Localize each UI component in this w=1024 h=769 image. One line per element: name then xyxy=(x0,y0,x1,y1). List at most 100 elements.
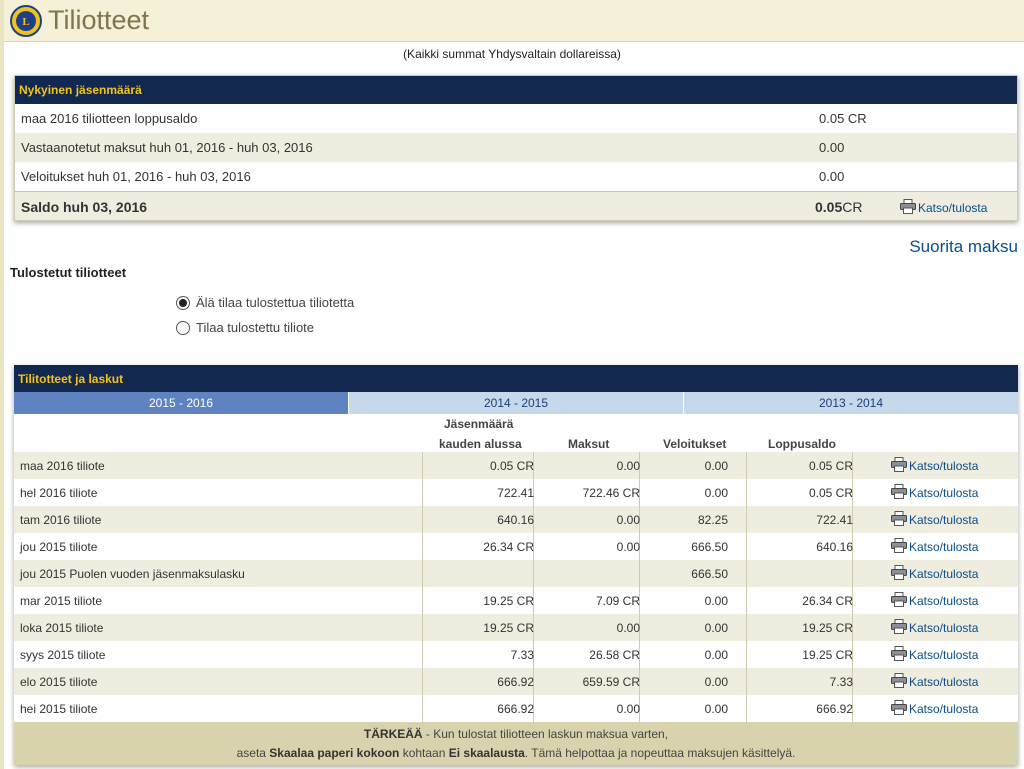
table-row: hei 2015 tiliote 666.92 0.00 0.00 666.92 Kats… xyxy=(14,695,1018,722)
table-row: maa 2016 tiliote 0.05 CR 0.00 0.00 0.05 CR Ka… xyxy=(14,452,1018,479)
column-divider xyxy=(422,614,423,641)
summary-row: maa 2016 tiliotteen loppusaldo 0.05 CR xyxy=(15,104,1017,133)
cell-end-balance: 722.41 xyxy=(816,513,853,527)
printer-icon xyxy=(891,592,907,607)
tab-2014-2015[interactable]: 2014 - 2015 xyxy=(349,392,684,414)
cell-charges: 0.00 xyxy=(704,702,728,716)
printer-icon xyxy=(891,700,907,715)
cell-payments: 7.09 CR xyxy=(595,594,640,608)
column-divider xyxy=(852,560,853,587)
cell-description: jou 2015 Puolen vuoden jäsenmaksulasku xyxy=(20,567,245,581)
cell-charges: 0.00 xyxy=(704,621,728,635)
balance-view-print[interactable]: Katso/tulosta xyxy=(900,199,987,215)
column-divider xyxy=(746,533,747,560)
cell-charges: 666.50 xyxy=(691,540,728,554)
view-print-link[interactable]: Katso/tulosta xyxy=(909,594,978,608)
row-view-print[interactable]: Katso/tulosta xyxy=(891,673,978,689)
cell-start-balance: 7.33 xyxy=(510,648,534,662)
radio-no-printed[interactable]: Älä tilaa tulostettua tiliotetta xyxy=(176,295,354,310)
cell-description: hei 2015 tiliote xyxy=(20,702,98,716)
radio-order-printed[interactable]: Tilaa tulostettu tiliote xyxy=(176,320,314,335)
cell-payments: 0.00 xyxy=(616,513,640,527)
row-view-print[interactable]: Katso/tulosta xyxy=(891,457,978,473)
statement-rows: maa 2016 tiliote 0.05 CR 0.00 0.00 0.05 CR Ka… xyxy=(14,452,1018,722)
note-text: . Tämä helpottaa ja nopeuttaa maksujen k… xyxy=(524,746,796,760)
row-view-print[interactable]: Katso/tulosta xyxy=(891,700,978,716)
tab-2013-2014[interactable]: 2013 - 2014 xyxy=(684,392,1018,414)
cell-charges: 0.00 xyxy=(704,648,728,662)
current-membership-summary: Nykyinen jäsenmäärä maa 2016 tiliotteen … xyxy=(14,75,1018,221)
row-view-print[interactable]: Katso/tulosta xyxy=(891,565,978,581)
important-note: TÄRKEÄÄ - Kun tulostat tiliotteen laskun… xyxy=(14,722,1018,765)
column-divider xyxy=(422,695,423,722)
radio-label: Tilaa tulostettu tiliote xyxy=(196,320,315,335)
view-print-link[interactable]: Katso/tulosta xyxy=(909,513,978,527)
make-payment-link[interactable]: Suorita maksu xyxy=(909,237,1018,257)
view-print-link[interactable]: Katso/tulosta xyxy=(909,459,978,473)
balance-unit: CR xyxy=(842,199,863,215)
printer-icon xyxy=(891,457,907,472)
cell-charges: 82.25 xyxy=(697,513,728,527)
cell-start-balance: 19.25 CR xyxy=(483,594,534,608)
cell-start-balance: 26.34 CR xyxy=(483,540,534,554)
cell-charges: 0.00 xyxy=(704,594,728,608)
column-divider xyxy=(422,452,423,479)
row-view-print[interactable]: Katso/tulosta xyxy=(891,484,978,500)
column-divider xyxy=(422,533,423,560)
cell-end-balance: 19.25 CR xyxy=(802,648,853,662)
note-emphasis: Ei skaalausta xyxy=(448,746,525,760)
cell-description: mar 2015 tiliote xyxy=(20,594,103,608)
currency-note: (Kaikki summat Yhdysvaltain dollareissa) xyxy=(403,47,621,61)
row-view-print[interactable]: Katso/tulosta xyxy=(891,511,978,527)
printer-icon xyxy=(891,484,907,499)
important-note-line1: TÄRKEÄÄ - Kun tulostat tiliotteen laskun… xyxy=(14,725,1018,744)
table-row: elo 2015 tiliote 666.92 659.59 CR 0.00 7.33 K… xyxy=(14,668,1018,695)
view-print-link[interactable]: Katso/tulosta xyxy=(909,486,978,500)
cell-start-balance: 19.25 CR xyxy=(483,621,534,635)
note-text: kohtaan xyxy=(399,746,449,760)
summary-row-label: Vastaanotetut maksut huh 01, 2016 - huh … xyxy=(21,140,313,155)
statements-invoices-panel: Tilitotteet ja laskut 2015 - 2016 2014 -… xyxy=(14,365,1018,765)
column-divider xyxy=(639,560,640,587)
cell-payments: 26.58 CR xyxy=(589,648,640,662)
column-divider xyxy=(533,560,534,587)
view-print-link[interactable]: Katso/tulosta xyxy=(909,702,978,716)
lions-logo-icon: L xyxy=(10,5,42,37)
printer-icon xyxy=(891,538,907,553)
radio-button[interactable] xyxy=(176,321,190,335)
cell-payments: 0.00 xyxy=(616,621,640,635)
summary-row-value: 0.05 CR xyxy=(819,111,867,126)
view-print-link[interactable]: Katso/tulosta xyxy=(909,567,978,581)
printer-icon xyxy=(900,199,916,214)
view-print-link[interactable]: Katso/tulosta xyxy=(909,675,978,689)
printer-icon xyxy=(891,619,907,634)
view-print-link[interactable]: Katso/tulosta xyxy=(909,621,978,635)
radio-button[interactable] xyxy=(176,296,190,310)
statements-heading: Tilitotteet ja laskut xyxy=(14,365,1018,392)
view-print-link[interactable]: Katso/tulosta xyxy=(918,201,987,215)
note-emphasis: Skaalaa paperi kokoon xyxy=(269,746,400,760)
view-print-link[interactable]: Katso/tulosta xyxy=(909,648,978,662)
cell-description: elo 2015 tiliote xyxy=(20,675,98,689)
column-divider xyxy=(746,587,747,614)
year-tabs: 2015 - 2016 2014 - 2015 2013 - 2014 xyxy=(14,392,1018,414)
cell-end-balance: 640.16 xyxy=(816,540,853,554)
row-view-print[interactable]: Katso/tulosta xyxy=(891,619,978,635)
table-row: tam 2016 tiliote 640.16 0.00 82.25 722.41 Kat… xyxy=(14,506,1018,533)
table-row: mar 2015 tiliote 19.25 CR 7.09 CR 0.00 26.34… xyxy=(14,587,1018,614)
cell-description: syys 2015 tiliote xyxy=(20,648,106,662)
summary-row-value: 0.00 xyxy=(819,140,845,155)
summary-heading: Nykyinen jäsenmäärä xyxy=(15,76,1017,104)
view-print-link[interactable]: Katso/tulosta xyxy=(909,540,978,554)
row-view-print[interactable]: Katso/tulosta xyxy=(891,646,978,662)
row-view-print[interactable]: Katso/tulosta xyxy=(891,592,978,608)
tab-2015-2016[interactable]: 2015 - 2016 xyxy=(14,392,349,414)
cell-charges: 0.00 xyxy=(704,459,728,473)
cell-description: jou 2015 tiliote xyxy=(20,540,98,554)
cell-end-balance: 7.33 xyxy=(829,675,853,689)
table-row: loka 2015 tiliote 19.25 CR 0.00 0.00 19.25 C… xyxy=(14,614,1018,641)
cell-end-balance: 26.34 CR xyxy=(802,594,853,608)
cell-payments: 722.46 CR xyxy=(582,486,640,500)
row-view-print[interactable]: Katso/tulosta xyxy=(891,538,978,554)
cell-start-balance: 666.92 xyxy=(497,702,534,716)
